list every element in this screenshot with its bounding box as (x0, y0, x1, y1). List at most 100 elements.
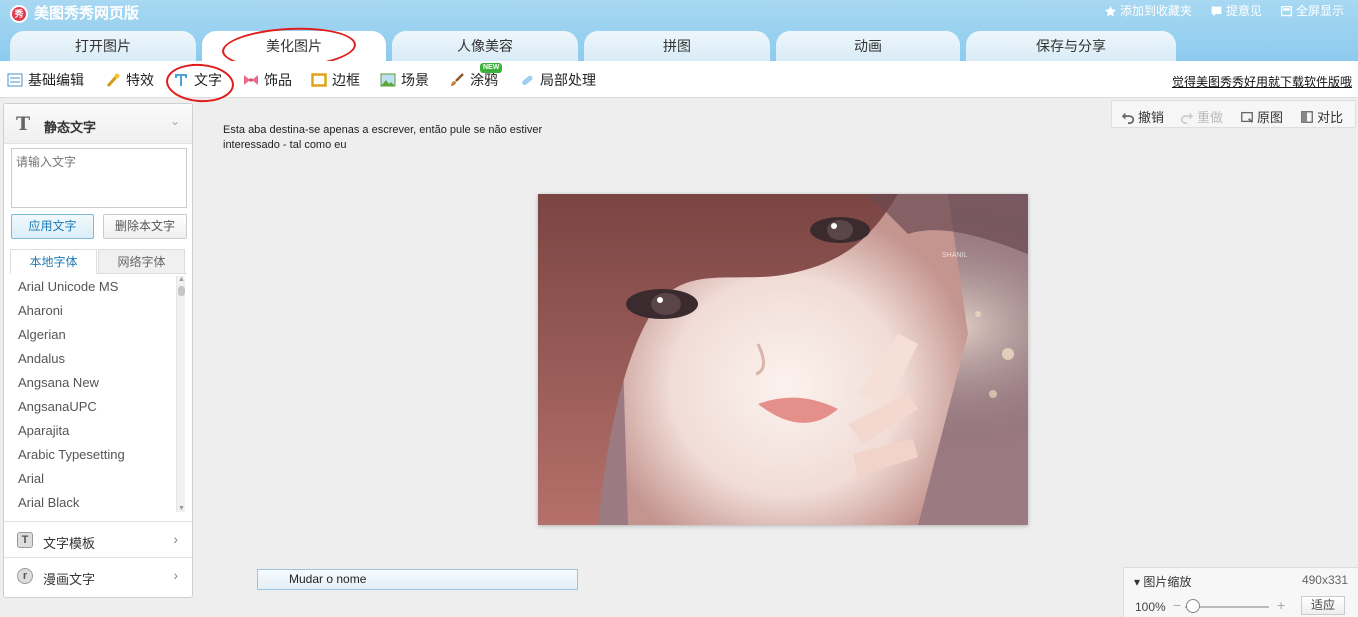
font-list: Arial Unicode MS Aharoni Algerian Andalu… (10, 275, 186, 515)
original-image-icon (1241, 111, 1253, 123)
chevron-right-icon: › (173, 567, 178, 583)
font-list-scrollbar[interactable]: ▲ ▼ (176, 276, 185, 512)
text-template-label: 文字模板 (43, 536, 96, 551)
app-logo-icon: 秀 (10, 5, 28, 23)
tool-text-label: 文字 (194, 72, 222, 88)
chevron-down-icon[interactable]: ⌄ (170, 114, 180, 128)
comic-text-label: 漫画文字 (43, 572, 96, 587)
tool-doodle[interactable]: 涂鸦 (449, 70, 498, 90)
tool-basic-edit-label: 基础编辑 (28, 72, 84, 88)
tool-basic-edit[interactable]: 基础编辑 (7, 70, 84, 90)
zoom-slider-knob[interactable] (1186, 599, 1200, 613)
tool-accessories-label: 饰品 (264, 72, 292, 88)
new-badge: NEW (480, 63, 503, 73)
zoom-in-icon[interactable]: + (1277, 597, 1285, 613)
tool-border-label: 边框 (332, 72, 360, 88)
image-actions-bar: 撤销 重做 原图 对比 (1111, 100, 1356, 128)
feedback-link[interactable]: 提意见 (1210, 3, 1262, 19)
download-promo-link[interactable]: 觉得美图秀秀好用就下载软件版哦 (1172, 73, 1352, 90)
feedback-label: 提意见 (1225, 4, 1262, 18)
divider (4, 557, 192, 558)
tool-doodle-label: 涂鸦 (470, 72, 498, 88)
tool-local-edit-label: 局部处理 (540, 72, 596, 88)
tab-animation[interactable]: 动画 (776, 31, 960, 61)
top-links: 添加到收藏夹 提意见 全屏显示 (1104, 3, 1344, 19)
undo-button[interactable]: 撤销 (1121, 107, 1164, 126)
tool-effects-label: 特效 (126, 72, 154, 88)
tool-scene-label: 场景 (401, 72, 429, 88)
rename-bar[interactable]: Mudar o nome (257, 569, 578, 590)
compare-icon (1301, 110, 1313, 123)
font-item[interactable]: Aharoni (10, 299, 186, 323)
add-favorite-link[interactable]: 添加到收藏夹 (1104, 3, 1192, 19)
brush-icon (451, 73, 464, 86)
annotation-note: Esta aba destina-se apenas a escrever, e… (223, 124, 543, 151)
text-template-icon: T (17, 532, 33, 548)
font-tabs: 本地字体 网络字体 (10, 249, 187, 274)
app-title: 美图秀秀网页版 (34, 5, 140, 22)
speech-bubble-icon: r (17, 568, 33, 584)
tab-portrait[interactable]: 人像美容 (392, 31, 578, 61)
tool-local-edit[interactable]: 局部处理 (519, 70, 596, 90)
compare-label: 对比 (1317, 110, 1344, 125)
font-item[interactable]: Arial Unicode MS (10, 275, 186, 299)
undo-icon (1121, 112, 1135, 124)
fullscreen-link[interactable]: 全屏显示 (1280, 3, 1344, 19)
comic-text-section[interactable]: r 漫画文字 › (4, 559, 192, 593)
text-panel-title: 静态文字 (44, 120, 97, 135)
scroll-up-icon[interactable]: ▲ (177, 276, 186, 283)
tool-scene[interactable]: 场景 (380, 70, 429, 90)
scroll-thumb[interactable] (178, 286, 185, 296)
tool-text[interactable]: 文字 (173, 70, 222, 90)
font-item[interactable]: Arial (10, 467, 186, 491)
font-item[interactable]: Arabic Typesetting (10, 443, 186, 467)
fit-button[interactable]: 适应 (1301, 596, 1345, 615)
zoom-panel: ▾ 图片缩放 490x331 100% − + 适应 (1123, 567, 1358, 617)
redo-icon (1180, 112, 1194, 124)
zoom-panel-title[interactable]: ▾ 图片缩放 (1134, 573, 1191, 590)
zoom-out-icon[interactable]: − (1173, 597, 1181, 613)
font-item[interactable]: Andalus (10, 347, 186, 371)
redo-button[interactable]: 重做 (1180, 107, 1223, 126)
tab-open-image[interactable]: 打开图片 (10, 31, 196, 61)
font-item[interactable]: Aparajita (10, 419, 186, 443)
fullscreen-label: 全屏显示 (1295, 4, 1344, 18)
tab-web-fonts[interactable]: 网络字体 (98, 249, 185, 274)
compare-button[interactable]: 对比 (1300, 107, 1343, 126)
undo-label: 撤销 (1138, 110, 1165, 125)
text-t-icon (175, 74, 187, 86)
frame-icon (311, 73, 327, 87)
main-tabs: 打开图片 美化图片 人像美容 拼图 动画 保存与分享 (0, 31, 1358, 61)
tool-effects[interactable]: 特效 (105, 70, 154, 90)
redo-label: 重做 (1197, 110, 1224, 125)
sub-toolbar: 基础编辑 特效 文字 饰品 边框 场景 涂鸦 NEW 局部处理 觉得美图秀秀好用… (0, 61, 1358, 98)
delete-text-button[interactable]: 删除本文字 (103, 214, 187, 239)
zoom-title-label: 图片缩放 (1143, 575, 1192, 589)
original-image-label: 原图 (1257, 110, 1284, 125)
tab-save-share[interactable]: 保存与分享 (966, 31, 1176, 61)
bandage-icon (522, 75, 533, 86)
star-icon (1104, 5, 1117, 17)
text-input[interactable] (11, 148, 187, 208)
font-item[interactable]: AngsanaUPC (10, 395, 186, 419)
apply-text-button[interactable]: 应用文字 (11, 214, 94, 239)
font-item[interactable]: Angsana New (10, 371, 186, 395)
font-item[interactable]: Algerian (10, 323, 186, 347)
photo-canvas[interactable]: SHANIL (538, 194, 1028, 525)
tab-collage[interactable]: 拼图 (584, 31, 770, 61)
original-image-button[interactable]: 原图 (1240, 107, 1283, 126)
text-panel-header[interactable]: T 静态文字 ⌄ (4, 104, 192, 144)
tab-beautify-image[interactable]: 美化图片 (202, 31, 386, 61)
font-item[interactable]: Arial Black (10, 491, 186, 515)
tab-local-fonts[interactable]: 本地字体 (10, 249, 97, 274)
text-template-section[interactable]: T 文字模板 › (4, 523, 192, 557)
scroll-down-icon[interactable]: ▼ (177, 505, 186, 512)
sliders-icon (7, 73, 23, 87)
zoom-percent: 100% (1135, 600, 1166, 614)
tool-accessories[interactable]: 饰品 (243, 70, 292, 90)
add-favorite-label: 添加到收藏夹 (1119, 4, 1192, 18)
divider (4, 521, 192, 522)
top-bar: 秀 美图秀秀网页版 添加到收藏夹 提意见 全屏显示 打开图片 美化图片 人像美容… (0, 0, 1358, 61)
tool-border[interactable]: 边框 (311, 70, 360, 90)
text-panel: T 静态文字 ⌄ 应用文字 删除本文字 本地字体 网络字体 Arial Unic… (3, 103, 193, 598)
